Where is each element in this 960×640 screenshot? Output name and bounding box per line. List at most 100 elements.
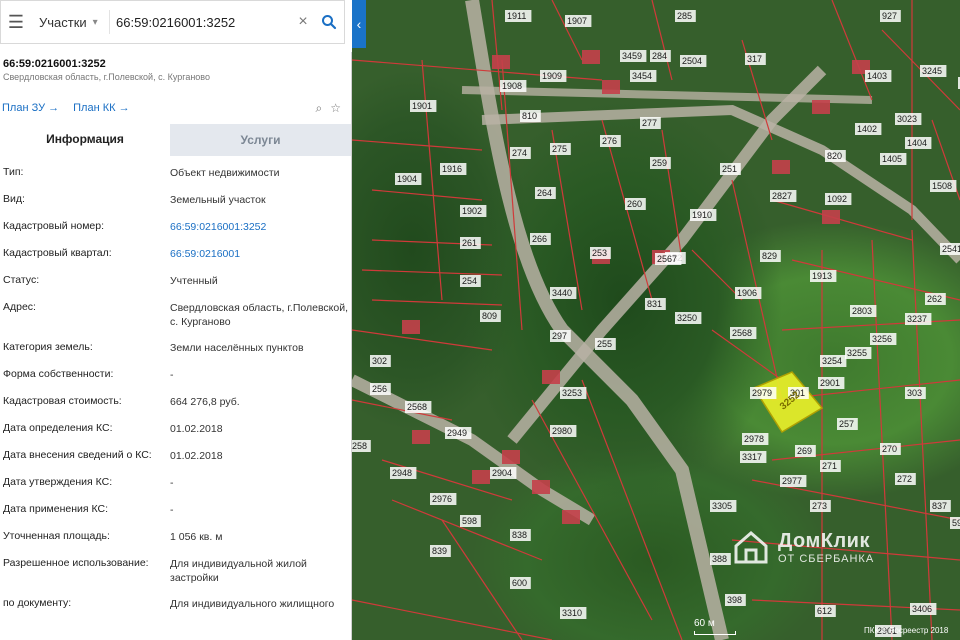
property-key: по документу: (3, 597, 72, 609)
property-row: Уточненная площадь: 1 056 кв. м (0, 524, 351, 551)
parcel-title: 66:59:0216001:3252 (3, 58, 106, 70)
property-row: Кадастровая стоимость: 664 276,8 руб. (0, 389, 351, 416)
parcel-number: 3454 (632, 71, 652, 81)
search-input[interactable]: 66:59:0216001:3252 (109, 10, 292, 34)
locate-icon[interactable]: ⌕ (316, 101, 323, 116)
parcel-number: 3255 (847, 348, 867, 358)
parcel-number: 3310 (562, 608, 582, 618)
scale-label: 60 м (694, 618, 715, 629)
parcel-number: 276 (602, 136, 617, 146)
plan-zu-link[interactable]: План ЗУ → (2, 102, 59, 114)
star-icon[interactable]: ☆ (330, 101, 341, 116)
property-value: - (170, 504, 174, 516)
tab-services[interactable]: Услуги (170, 124, 351, 156)
parcel-number: 2949 (447, 428, 467, 438)
clear-icon[interactable]: × (292, 13, 314, 31)
parcel-number: 3023 (897, 114, 917, 124)
property-value: 01.02.2018 (170, 450, 223, 462)
property-row: Вид: Земельный участок (0, 187, 351, 214)
house-roof (502, 450, 520, 464)
parcel-number: 258 (352, 441, 367, 451)
parcel-boundary (371, 189, 483, 201)
parcel-number: 2979 (752, 388, 772, 398)
parcel-boundary (352, 599, 553, 640)
parcel-number: 2541 (942, 244, 960, 254)
parcel-number: 261 (462, 238, 477, 248)
parcel-number: 1908 (502, 81, 522, 91)
property-key: Дата внесения сведений о КС: (3, 449, 152, 461)
property-key: Разрешенное использование: (3, 557, 149, 569)
plan-kk-link[interactable]: План КК → (73, 102, 129, 114)
parcel-number: 266 (532, 234, 547, 244)
parcel-number: 388 (712, 554, 727, 564)
parcel-number: 596 (952, 518, 960, 528)
parcel-boundary (651, 0, 673, 81)
property-key: Тип: (3, 166, 24, 178)
parcel-number: 3253 (562, 388, 582, 398)
parcel-number: 274 (512, 148, 527, 158)
property-key: Кадастровая стоимость: (3, 395, 122, 407)
house-roof (492, 55, 510, 69)
property-value: Объект недвижимости (170, 167, 280, 179)
menu-icon[interactable]: ☰ (1, 12, 31, 33)
property-row: Дата утверждения КС: - (0, 470, 351, 497)
collapse-panel-button[interactable]: ‹ (352, 0, 366, 48)
parcel-number: 838 (512, 530, 527, 540)
watermark-title: ДомКлик (778, 529, 870, 552)
property-key: Кадастровый квартал: (3, 247, 112, 259)
parcel-number: 1403 (867, 71, 887, 81)
house-roof (412, 430, 430, 444)
parcel-number: 262 (927, 294, 942, 304)
parcel-number: 3254 (822, 356, 842, 366)
property-key: Адрес: (3, 301, 36, 313)
property-value: Земельный участок (170, 194, 266, 206)
tab-info[interactable]: Информация (0, 124, 170, 156)
parcel-number: 1404 (907, 138, 927, 148)
parcel-boundary (352, 329, 493, 351)
house-roof (772, 160, 790, 174)
parcel-number: 259 (652, 158, 667, 168)
parcel-number: 302 (372, 356, 387, 366)
parcel-number: 3256 (872, 334, 892, 344)
parcel-number: 285 (677, 11, 692, 21)
search-input-value: 66:59:0216001:3252 (116, 14, 236, 30)
parcel-number: 598 (462, 516, 477, 526)
property-value: Земли населённых пунктов (170, 342, 304, 354)
parcel-number: 3245 (922, 66, 942, 76)
chevron-down-icon: ▾ (92, 16, 98, 28)
search-category-select[interactable]: Участки ▾ (31, 15, 109, 30)
house-roof (582, 50, 600, 64)
parcel-number: 1916 (442, 164, 462, 174)
parcel-number: 2901 (820, 378, 840, 388)
parcel-number: 2504 (682, 56, 702, 66)
parcel-number: 2567 (657, 254, 677, 264)
property-value: 664 276,8 руб. (170, 396, 240, 408)
parcel-number: 275 (552, 144, 567, 154)
parcel-number: 1092 (827, 194, 847, 204)
property-value: - (170, 369, 174, 381)
panel-tabs: Информация Услуги (0, 124, 351, 156)
house-roof (822, 210, 840, 224)
info-panel: 66:59:0216001:3252 Свердловская область,… (0, 52, 352, 640)
parcel-number: 839 (432, 546, 447, 556)
parcel-number: 303 (907, 388, 922, 398)
house-roof (812, 100, 830, 114)
parcel-number: 269 (797, 446, 812, 456)
road (352, 374, 596, 526)
property-key: Дата утверждения КС: (3, 476, 113, 488)
parcel-number: 2980 (552, 426, 572, 436)
property-row: Категория земель: Земли населённых пункто… (0, 335, 351, 362)
property-row: Дата внесения сведений о КС: 01.02.2018 (0, 443, 351, 470)
search-category-label: Участки (39, 14, 87, 30)
house-roof (562, 510, 580, 524)
plan-links: План ЗУ → План КК → ⌕ ☆ (0, 100, 351, 116)
search-button[interactable] (314, 14, 344, 30)
property-row: Разрешенное использование: Для индивидуал… (0, 551, 351, 591)
parcel-number: 2803 (852, 306, 872, 316)
property-value[interactable]: 66:59:0216001:3252 (170, 220, 351, 241)
parcel-number: 831 (647, 299, 662, 309)
parcel-boundary (771, 199, 913, 241)
property-key: Уточненная площадь: (3, 530, 110, 542)
parcel-number: 271 (822, 461, 837, 471)
property-value[interactable]: 66:59:0216001 (170, 247, 351, 268)
